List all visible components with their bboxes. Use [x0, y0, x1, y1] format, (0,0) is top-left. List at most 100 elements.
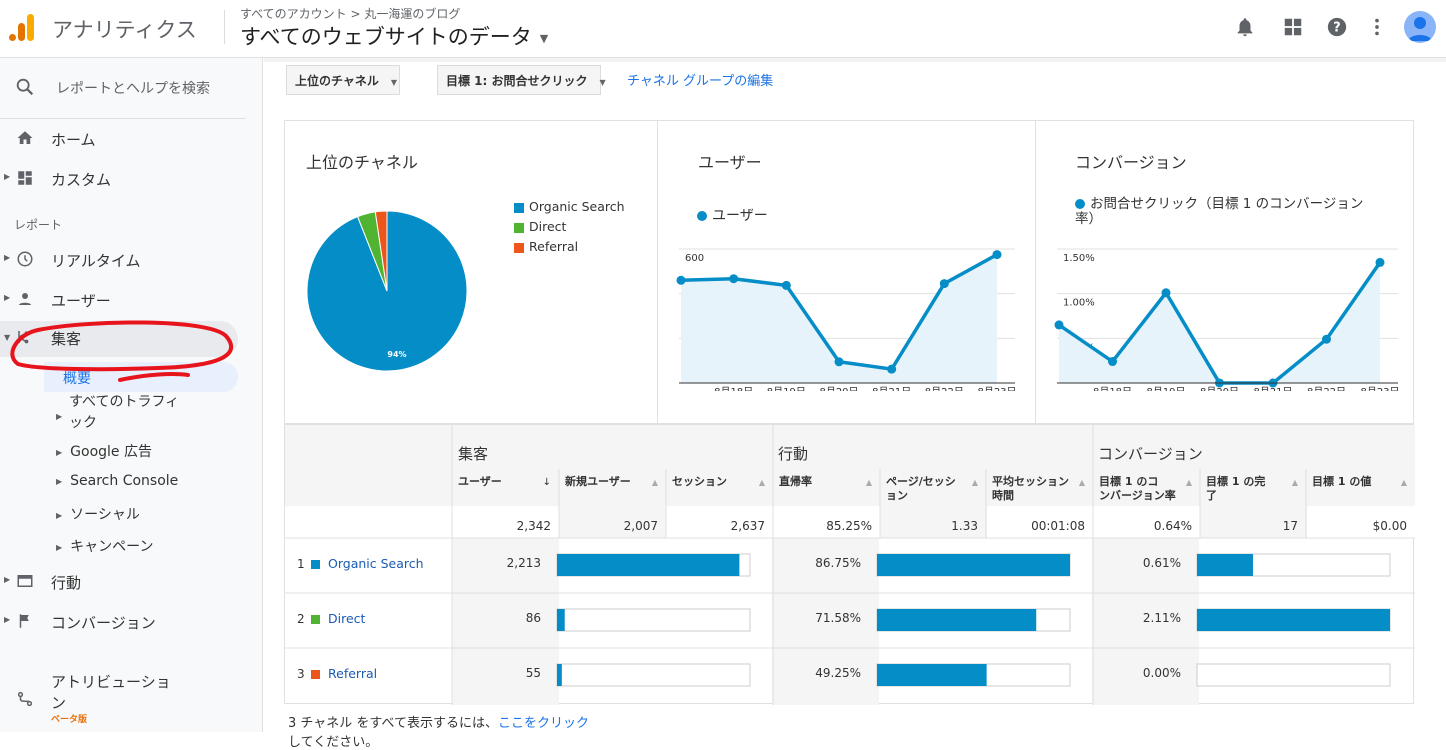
- data-point[interactable]: [1108, 357, 1117, 367]
- column-header[interactable]: 時間: [992, 488, 1014, 502]
- column-header[interactable]: セッション: [672, 475, 727, 488]
- goal-dropdown[interactable]: 目標 1: お問合せクリック ▼: [437, 65, 606, 95]
- data-point[interactable]: [676, 275, 686, 285]
- sidebar-item-conversions[interactable]: ▶ コンバージョン: [0, 605, 263, 639]
- sort-icon[interactable]: ▲: [1186, 478, 1193, 487]
- column-header[interactable]: 新規ユーザー: [565, 474, 631, 488]
- sidebar-item-custom[interactable]: ▶ カスタム: [0, 162, 263, 196]
- expand-arrow-icon: ▶: [56, 412, 63, 421]
- sort-icon[interactable]: ▲: [1079, 478, 1086, 487]
- property-selector[interactable]: すべてのウェブサイトのデータ ▼: [240, 21, 548, 51]
- x-tick-label: 8月21日: [1253, 386, 1292, 391]
- sidebar-subitem-all-traffic[interactable]: ▶ すべてのトラフィック: [56, 392, 186, 434]
- legend-swatch: [514, 202, 524, 213]
- data-point[interactable]: [834, 357, 844, 367]
- dimension-dropdown-label: 上位のチャネル: [295, 74, 379, 88]
- row-channel-link[interactable]: Referral: [328, 666, 377, 681]
- pie-legend-organic[interactable]: Organic Search: [514, 199, 625, 214]
- data-point[interactable]: [939, 279, 949, 289]
- legend-dot: [697, 211, 707, 221]
- total-value: 2,342: [517, 519, 551, 533]
- data-point[interactable]: [1161, 288, 1171, 298]
- data-point[interactable]: [729, 274, 739, 284]
- sidebar-subitem-label: すべてのトラフィック: [69, 394, 180, 431]
- channel-pie-chart[interactable]: 94%: [305, 209, 469, 373]
- sidebar-item-home[interactable]: ホーム: [0, 122, 263, 156]
- sidebar-subitem-search-console[interactable]: ▶ Search Console: [56, 473, 178, 489]
- sidebar-subitem-social[interactable]: ▶ ソーシャル: [56, 504, 140, 524]
- sidebar-item-attribution[interactable]: アトリビューション ベータ版: [0, 670, 263, 728]
- edit-channel-group-link[interactable]: チャネル グループの編集: [627, 70, 773, 89]
- bar-fill: [557, 664, 562, 686]
- sidebar-item-label: リアルタイム: [51, 252, 141, 270]
- row-channel-link[interactable]: Direct: [328, 611, 366, 626]
- sort-icon[interactable]: ▲: [759, 478, 766, 487]
- dimension-dropdown[interactable]: 上位のチャネル ▼: [286, 65, 400, 95]
- top-shade: [264, 58, 1446, 62]
- row-channel-link[interactable]: Organic Search: [328, 556, 424, 571]
- sidebar-subitem-google-ads[interactable]: ▶ Google 広告: [56, 441, 152, 461]
- help-icon[interactable]: ?: [1326, 16, 1348, 38]
- column-header[interactable]: 目標 1 の完: [1206, 474, 1265, 488]
- sort-icon[interactable]: ▲: [1401, 478, 1408, 487]
- analytics-logo-icon[interactable]: [8, 12, 36, 42]
- data-point[interactable]: [1375, 257, 1385, 267]
- data-point[interactable]: [887, 364, 897, 374]
- column-header[interactable]: 平均セッション: [992, 474, 1069, 488]
- sidebar-search[interactable]: レポートとヘルプを検索: [14, 76, 210, 102]
- total-value: 85.25%: [826, 519, 872, 533]
- more-vert-icon[interactable]: [1366, 16, 1388, 38]
- sidebar-subitem-campaigns[interactable]: ▶ キャンペーン: [56, 536, 153, 556]
- data-point[interactable]: [1322, 334, 1331, 344]
- row-metric-value: 2.11%: [1143, 611, 1181, 625]
- users-line-chart[interactable]: 600400200…8月18日8月19日8月20日8月21日8月22日8月23日: [667, 231, 1027, 391]
- apps-grid-icon[interactable]: [1282, 16, 1304, 38]
- column-header[interactable]: ユーザー: [458, 475, 502, 488]
- column-header[interactable]: ョン: [886, 489, 908, 502]
- column-header[interactable]: 直帰率: [779, 474, 812, 488]
- beta-badge: ベータ版: [51, 715, 88, 725]
- y-tick-label: 1.50%: [1063, 253, 1095, 264]
- total-value: 00:01:08: [1031, 519, 1085, 533]
- total-value: $0.00: [1373, 519, 1407, 533]
- bar-fill: [557, 609, 565, 631]
- sidebar-item-realtime[interactable]: ▶ リアルタイム: [0, 243, 263, 277]
- bell-icon[interactable]: [1234, 16, 1256, 38]
- column-group-header: 集客: [458, 445, 488, 463]
- account-avatar[interactable]: [1404, 11, 1436, 43]
- bar-fill: [877, 609, 1037, 631]
- column-header[interactable]: 了: [1206, 489, 1217, 502]
- show-all-link[interactable]: ここをクリック: [498, 716, 589, 731]
- pie-legend-referral[interactable]: Referral: [514, 239, 578, 254]
- sort-icon[interactable]: ▲: [866, 478, 873, 487]
- totals-row-label-bg: [285, 506, 452, 538]
- column-header[interactable]: ンバージョン率: [1099, 488, 1176, 502]
- data-point[interactable]: [781, 280, 791, 290]
- total-value: 0.64%: [1154, 519, 1192, 533]
- bar-track: [1196, 663, 1391, 687]
- sidebar-subitem-label: ソーシャル: [70, 507, 140, 523]
- panel-divider: [1035, 121, 1036, 425]
- x-tick-label: …: [1057, 387, 1067, 391]
- top-header: アナリティクス すべてのアカウント > 丸一海運のブログ すべてのウェブサイトの…: [0, 0, 1446, 58]
- pie-legend-direct[interactable]: Direct: [514, 219, 566, 234]
- column-header[interactable]: 目標 1 のコ: [1099, 474, 1158, 488]
- sidebar-item-label: アトリビューション: [51, 673, 171, 712]
- sort-icon[interactable]: ▲: [652, 478, 659, 487]
- column-header[interactable]: 目標 1 の値: [1312, 474, 1371, 488]
- sort-icon[interactable]: ▲: [1292, 478, 1299, 487]
- row-color-swatch: [311, 560, 320, 569]
- x-tick-label: 8月21日: [872, 386, 911, 391]
- sidebar-item-behavior[interactable]: ▶ 行動: [0, 565, 263, 599]
- sidebar-subitem-label: Google 広告: [70, 444, 152, 460]
- sidebar-item-audience[interactable]: ▶ ユーザー: [0, 283, 263, 317]
- conversion-rate-line-chart[interactable]: 1.50%1.00%0.50%…8月18日8月19日8月20日8月21日8月22…: [1045, 231, 1410, 391]
- sort-icon[interactable]: ▲: [972, 478, 979, 487]
- avatar-person-icon: [1408, 17, 1432, 41]
- sort-icon[interactable]: ↓: [543, 477, 551, 488]
- account-breadcrumb[interactable]: すべてのアカウント > 丸一海運のブログ: [240, 5, 460, 22]
- data-point[interactable]: [992, 250, 1002, 260]
- x-tick-label: 8月19日: [1146, 386, 1185, 391]
- data-point[interactable]: [1054, 320, 1064, 330]
- column-header[interactable]: ページ/セッシ: [886, 475, 956, 488]
